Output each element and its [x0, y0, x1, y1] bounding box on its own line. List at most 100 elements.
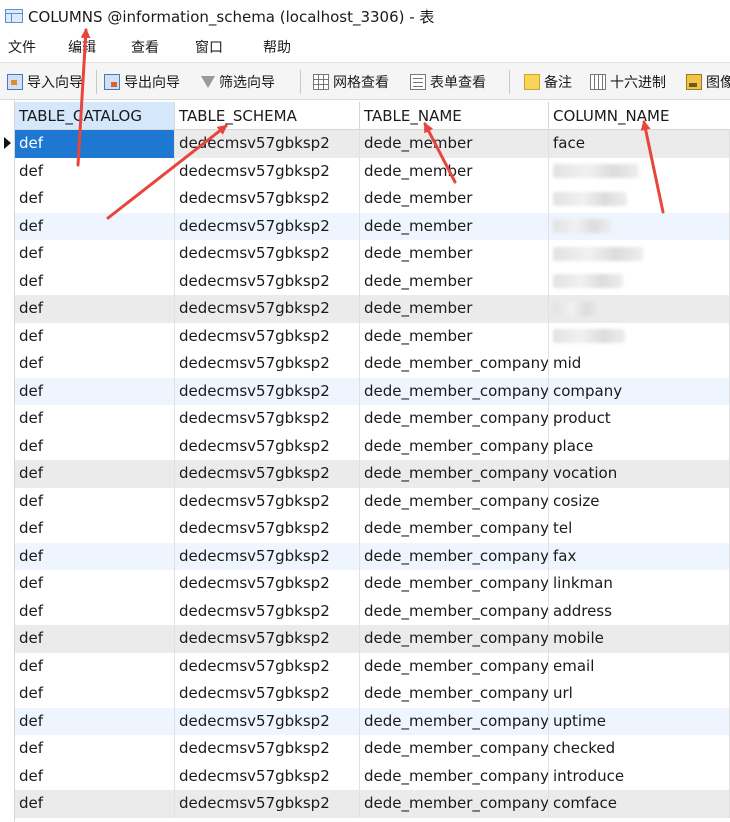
table-row[interactable]: def dedecmsv57gbksp2 dede_member_company em…	[15, 652, 730, 680]
table-row[interactable]: def dedecmsv57gbksp2 dede_member	[15, 212, 730, 240]
cell-table-name[interactable]: dede_member_company	[360, 625, 549, 653]
cell-table-schema[interactable]: dedecmsv57gbksp2	[175, 542, 360, 570]
table-row[interactable]: def dedecmsv57gbksp2 dede_member_company mi…	[15, 350, 730, 378]
cell-table-catalog[interactable]: def	[15, 487, 175, 515]
cell-table-name[interactable]: dede_member_company	[360, 542, 549, 570]
menu-window[interactable]: 窗口	[195, 37, 223, 57]
cell-column-name[interactable]: vocation	[549, 460, 730, 488]
table-row[interactable]: def dedecmsv57gbksp2 dede_member face	[15, 130, 730, 158]
cell-table-schema[interactable]: dedecmsv57gbksp2	[175, 240, 360, 268]
column-header-column-name[interactable]: COLUMN_NAME	[549, 102, 730, 130]
cell-table-name[interactable]: dede_member	[360, 185, 549, 213]
cell-column-name[interactable]: address	[549, 597, 730, 625]
cell-table-schema[interactable]: dedecmsv57gbksp2	[175, 295, 360, 323]
cell-column-name[interactable]	[549, 212, 730, 240]
cell-column-name[interactable]: fax	[549, 542, 730, 570]
cell-table-catalog[interactable]: def	[15, 267, 175, 295]
cell-table-schema[interactable]: dedecmsv57gbksp2	[175, 597, 360, 625]
cell-column-name[interactable]: product	[549, 405, 730, 433]
table-row[interactable]: def dedecmsv57gbksp2 dede_member	[15, 295, 730, 323]
cell-table-schema[interactable]: dedecmsv57gbksp2	[175, 652, 360, 680]
cell-table-name[interactable]: dede_member_company	[360, 597, 549, 625]
cell-table-name[interactable]: dede_member_company	[360, 790, 549, 818]
table-row[interactable]: def dedecmsv57gbksp2 dede_member_company mo…	[15, 625, 730, 653]
grid-view-button[interactable]: 网格查看	[313, 71, 389, 93]
cell-table-schema[interactable]: dedecmsv57gbksp2	[175, 515, 360, 543]
table-row[interactable]: def dedecmsv57gbksp2 dede_member_company fa…	[15, 542, 730, 570]
cell-table-catalog[interactable]: def	[15, 350, 175, 378]
cell-table-catalog[interactable]: def	[15, 515, 175, 543]
cell-column-name[interactable]: checked	[549, 735, 730, 763]
cell-table-catalog[interactable]: def	[15, 322, 175, 350]
table-row[interactable]: def dedecmsv57gbksp2 dede_member_company pl…	[15, 432, 730, 460]
cell-table-catalog[interactable]: def	[15, 597, 175, 625]
import-wizard-button[interactable]: 导入向导	[7, 71, 83, 93]
cell-table-catalog[interactable]: def	[15, 625, 175, 653]
cell-table-catalog[interactable]: def	[15, 460, 175, 488]
menu-edit[interactable]: 编辑	[68, 37, 96, 57]
cell-table-catalog[interactable]: def	[15, 405, 175, 433]
cell-table-catalog[interactable]: def	[15, 762, 175, 790]
cell-table-catalog[interactable]: def	[15, 185, 175, 213]
table-row[interactable]: def dedecmsv57gbksp2 dede_member_company co…	[15, 790, 730, 818]
cell-table-schema[interactable]: dedecmsv57gbksp2	[175, 405, 360, 433]
table-row[interactable]: def dedecmsv57gbksp2 dede_member_company up…	[15, 707, 730, 735]
table-row[interactable]: def dedecmsv57gbksp2 dede_member_company ch…	[15, 735, 730, 763]
cell-column-name[interactable]: linkman	[549, 570, 730, 598]
menu-view[interactable]: 查看	[131, 37, 159, 57]
cell-table-catalog[interactable]: def	[15, 432, 175, 460]
cell-table-schema[interactable]: dedecmsv57gbksp2	[175, 267, 360, 295]
cell-column-name[interactable]: email	[549, 652, 730, 680]
table-row[interactable]: def dedecmsv57gbksp2 dede_member_company te…	[15, 515, 730, 543]
table-row[interactable]: def dedecmsv57gbksp2 dede_member	[15, 322, 730, 350]
cell-table-catalog[interactable]: def	[15, 240, 175, 268]
cell-column-name[interactable]: introduce	[549, 762, 730, 790]
column-header-table-schema[interactable]: TABLE_SCHEMA	[175, 102, 360, 130]
table-row[interactable]: def dedecmsv57gbksp2 dede_member_company in…	[15, 762, 730, 790]
cell-table-schema[interactable]: dedecmsv57gbksp2	[175, 625, 360, 653]
table-row[interactable]: def dedecmsv57gbksp2 dede_member_company ur…	[15, 680, 730, 708]
cell-column-name[interactable]: url	[549, 680, 730, 708]
cell-table-catalog[interactable]: def	[15, 707, 175, 735]
cell-column-name[interactable]: company	[549, 377, 730, 405]
table-row[interactable]: def dedecmsv57gbksp2 dede_member_company ad…	[15, 597, 730, 625]
cell-table-schema[interactable]: dedecmsv57gbksp2	[175, 487, 360, 515]
cell-table-catalog[interactable]: def	[15, 157, 175, 185]
cell-table-schema[interactable]: dedecmsv57gbksp2	[175, 790, 360, 818]
cell-table-name[interactable]: dede_member	[360, 212, 549, 240]
cell-column-name[interactable]: place	[549, 432, 730, 460]
table-row[interactable]: def dedecmsv57gbksp2 dede_member_company vo…	[15, 460, 730, 488]
cell-column-name[interactable]: comface	[549, 790, 730, 818]
cell-column-name[interactable]	[549, 185, 730, 213]
hex-button[interactable]: 十六进制	[590, 71, 666, 93]
cell-table-catalog[interactable]: def	[15, 377, 175, 405]
cell-table-schema[interactable]: dedecmsv57gbksp2	[175, 130, 360, 158]
export-wizard-button[interactable]: 导出向导	[104, 71, 180, 93]
cell-column-name[interactable]: mid	[549, 350, 730, 378]
cell-table-schema[interactable]: dedecmsv57gbksp2	[175, 212, 360, 240]
cell-table-catalog[interactable]: def	[15, 652, 175, 680]
form-view-button[interactable]: 表单查看	[410, 71, 486, 93]
cell-column-name[interactable]	[549, 295, 730, 323]
cell-table-schema[interactable]: dedecmsv57gbksp2	[175, 570, 360, 598]
cell-table-name[interactable]: dede_member_company	[360, 735, 549, 763]
cell-column-name[interactable]	[549, 157, 730, 185]
table-row[interactable]: def dedecmsv57gbksp2 dede_member	[15, 185, 730, 213]
table-row[interactable]: def dedecmsv57gbksp2 dede_member	[15, 157, 730, 185]
cell-table-schema[interactable]: dedecmsv57gbksp2	[175, 735, 360, 763]
note-button[interactable]: 备注	[524, 71, 572, 93]
cell-table-name[interactable]: dede_member_company	[360, 652, 549, 680]
cell-table-name[interactable]: dede_member	[360, 157, 549, 185]
table-row[interactable]: def dedecmsv57gbksp2 dede_member_company co…	[15, 377, 730, 405]
cell-table-name[interactable]: dede_member_company	[360, 515, 549, 543]
cell-table-name[interactable]: dede_member	[360, 267, 549, 295]
cell-table-catalog[interactable]: def	[15, 130, 175, 158]
cell-table-schema[interactable]: dedecmsv57gbksp2	[175, 185, 360, 213]
column-header-table-name[interactable]: TABLE_NAME	[360, 102, 549, 130]
cell-table-name[interactable]: dede_member_company	[360, 377, 549, 405]
cell-column-name[interactable]: tel	[549, 515, 730, 543]
cell-table-name[interactable]: dede_member_company	[360, 680, 549, 708]
cell-table-schema[interactable]: dedecmsv57gbksp2	[175, 377, 360, 405]
menu-file[interactable]: 文件	[8, 37, 36, 57]
cell-table-catalog[interactable]: def	[15, 790, 175, 818]
